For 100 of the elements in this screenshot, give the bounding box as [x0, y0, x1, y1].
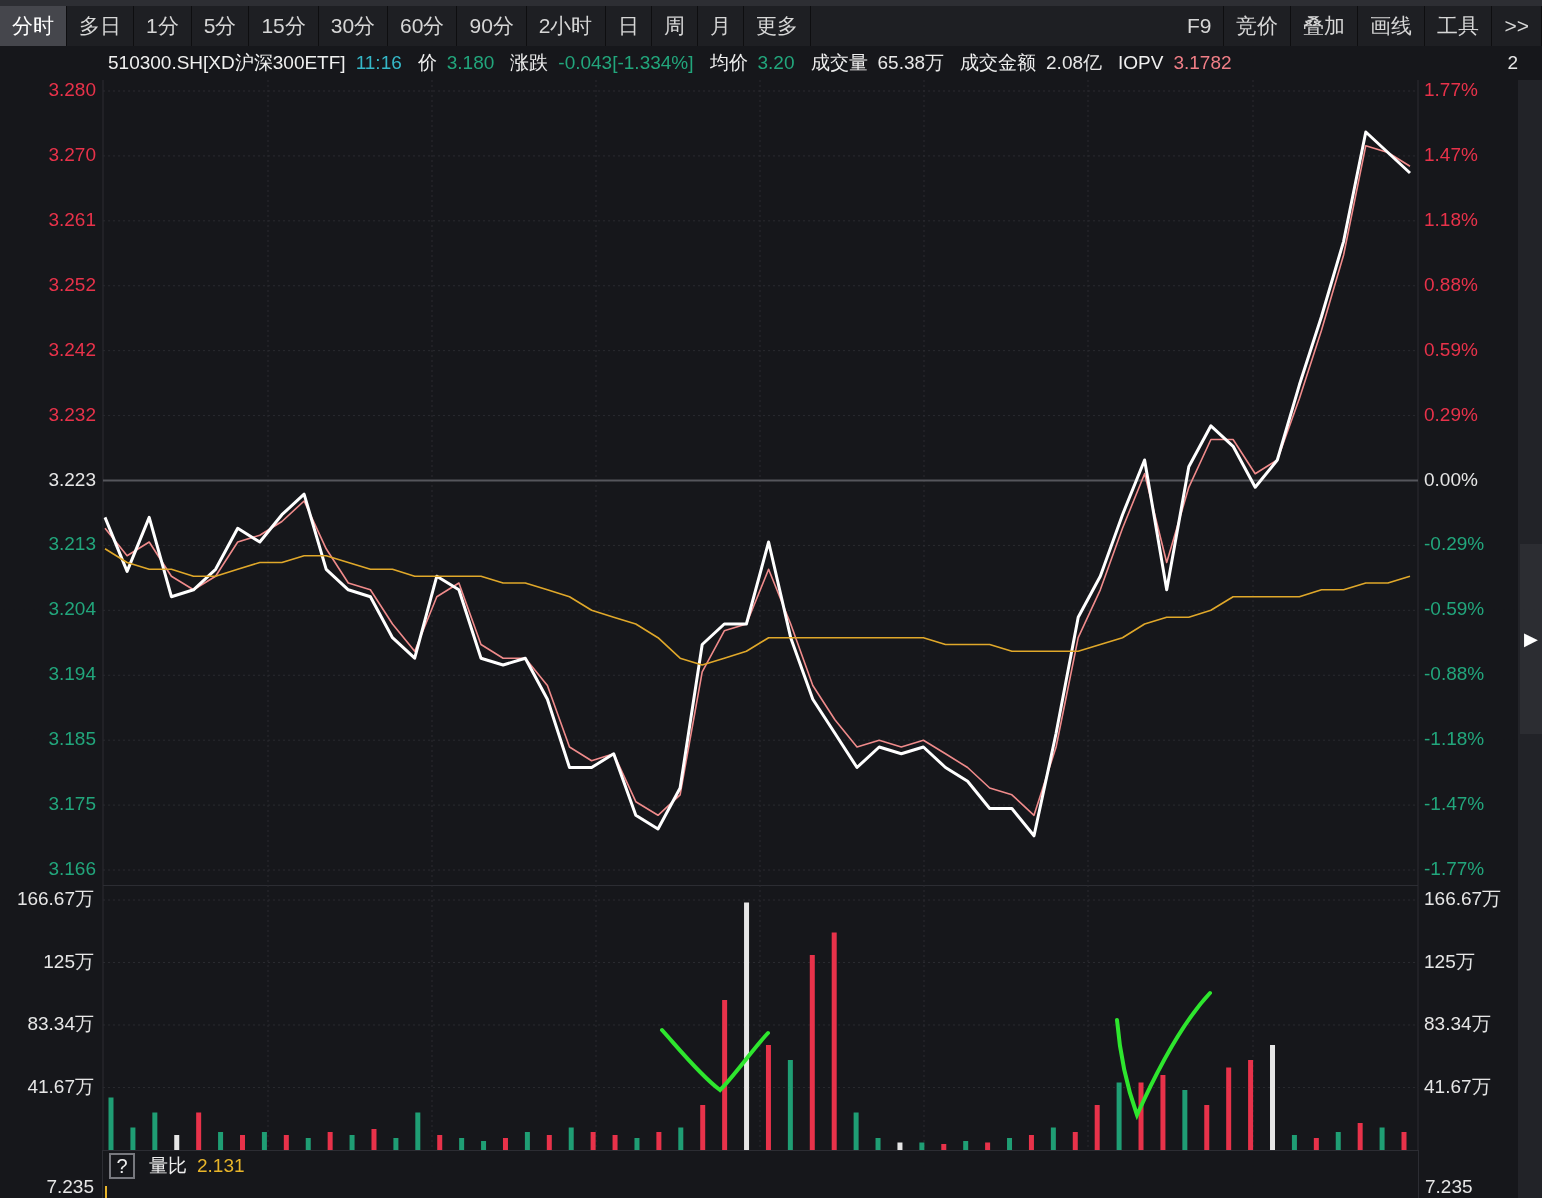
volume-bar [678, 1127, 684, 1150]
volume-bar [1401, 1132, 1407, 1150]
volume-bar [853, 1112, 859, 1150]
volume-bar [108, 1097, 114, 1150]
volume-bar [1357, 1123, 1363, 1150]
volume-axis-label: 41.67万 [1424, 1075, 1491, 1097]
volume-bar [700, 1105, 706, 1150]
ratio-value: 2.131 [197, 1155, 245, 1177]
ratio-line [105, 1186, 107, 1198]
volume-bar [1116, 1082, 1122, 1150]
volume-bar [941, 1144, 947, 1150]
volume-bar [196, 1112, 202, 1150]
ratio-label: 量比 [149, 1154, 187, 1178]
field-value: 3.20 [757, 52, 795, 74]
volume-bar [875, 1138, 881, 1150]
volume-bar [1072, 1132, 1078, 1150]
volume-bar [524, 1132, 530, 1150]
price-axis-label: 3.166 [48, 858, 96, 879]
volume-bar [612, 1135, 618, 1150]
price-axis-label: 3.232 [48, 403, 96, 425]
volume-bar [1028, 1135, 1034, 1150]
field-value: -0.043[-1.334%] [558, 52, 694, 74]
period-tab[interactable]: 分时 [0, 6, 67, 46]
price-axis-label: 3.194 [48, 663, 96, 685]
price-axis-label: 3.242 [48, 338, 96, 360]
volume-axis-label: 83.34万 [1424, 1013, 1491, 1034]
volume-bar [503, 1138, 508, 1150]
field-label: IOPV [1118, 52, 1164, 74]
time-text: 11:16 [355, 52, 402, 74]
price-axis-label: 3.280 [48, 80, 96, 100]
price-axis-label: 3.213 [48, 533, 96, 555]
volume-bar [130, 1127, 136, 1150]
volume-bar [1007, 1138, 1013, 1150]
volume-bar [656, 1132, 662, 1150]
volume-axis-label: 125万 [43, 950, 94, 972]
volume-bar [1050, 1127, 1056, 1150]
volume-bar [174, 1135, 180, 1150]
security-name: 510300.SH[XD沪深300ETF] [108, 51, 346, 75]
price-axis-label: 3.204 [48, 598, 96, 620]
volume-bar [1313, 1138, 1319, 1150]
field-value: 65.38万 [877, 51, 945, 75]
volume-bar [437, 1135, 443, 1150]
volume-bar [985, 1142, 991, 1150]
price-axis-label: 3.252 [48, 273, 96, 295]
volume-axis-label: 125万 [1424, 950, 1475, 972]
volume-bar [546, 1135, 552, 1150]
volume-bar [919, 1142, 925, 1150]
ratio-axis-label: 7.235 [1425, 1176, 1473, 1198]
volume-bar [963, 1141, 969, 1150]
percent-axis-label: -1.47% [1424, 793, 1485, 815]
percent-axis-label: -0.59% [1424, 598, 1485, 620]
field-label: 均价 [709, 51, 748, 75]
percent-axis-label: 0.00% [1424, 468, 1478, 490]
volume-bar [1204, 1105, 1210, 1150]
volume-bar [634, 1138, 640, 1150]
price-axis-label: 3.223 [48, 468, 96, 490]
volume-bar [1094, 1105, 1100, 1150]
help-button[interactable]: ? [109, 1153, 135, 1179]
percent-axis-label: -1.18% [1424, 728, 1485, 750]
volume-bar [1335, 1132, 1341, 1150]
volume-axis-label: 166.67万 [16, 888, 94, 909]
percent-axis-label: 0.29% [1424, 403, 1478, 425]
field-value: 2.08亿 [1046, 51, 1103, 75]
price-axis-label: 3.270 [48, 143, 96, 165]
percent-axis-label: 0.59% [1424, 338, 1478, 360]
volume-bar [152, 1112, 158, 1150]
side-panel-toggle[interactable]: ▶ [1520, 544, 1542, 734]
field-value: 3.1782 [1173, 52, 1232, 74]
field-value: 3.180 [446, 52, 495, 74]
volume-bar [568, 1127, 574, 1150]
volume-bar [481, 1141, 487, 1150]
volume-bar [371, 1129, 377, 1150]
volume-bar [393, 1138, 399, 1150]
field-label: 涨跌 [510, 51, 549, 75]
percent-axis-label: -1.77% [1424, 858, 1485, 879]
volume-bar [349, 1135, 355, 1150]
volume-bar [240, 1135, 245, 1150]
price-axis-label: 3.261 [48, 208, 96, 230]
volume-bar [283, 1135, 289, 1150]
volume-bar [415, 1112, 421, 1150]
volume-bar [590, 1132, 596, 1150]
volume-axis-label: 83.34万 [27, 1013, 94, 1034]
volume-axis-label: 166.67万 [1424, 888, 1502, 909]
price-axis-label: 3.185 [48, 728, 96, 750]
price-axis-label: 3.175 [48, 793, 96, 815]
percent-axis-label: 1.18% [1424, 208, 1478, 230]
volume-axis-label: 41.67万 [27, 1075, 94, 1097]
volume-bar [218, 1132, 224, 1150]
volume-bar [897, 1142, 903, 1150]
volume-bar [459, 1138, 465, 1150]
volume-bar [1291, 1135, 1297, 1150]
field-label: 价 [417, 51, 437, 75]
cut-off-text: 2 [1507, 52, 1518, 74]
field-label: 成交金额 [960, 51, 1037, 75]
volume-bar [1379, 1127, 1385, 1150]
percent-axis-label: -0.88% [1424, 663, 1485, 685]
volume-bar [327, 1132, 333, 1150]
volume-bar [305, 1138, 311, 1150]
volume-bar [1138, 1082, 1144, 1150]
percent-axis-label: 1.77% [1424, 80, 1478, 100]
